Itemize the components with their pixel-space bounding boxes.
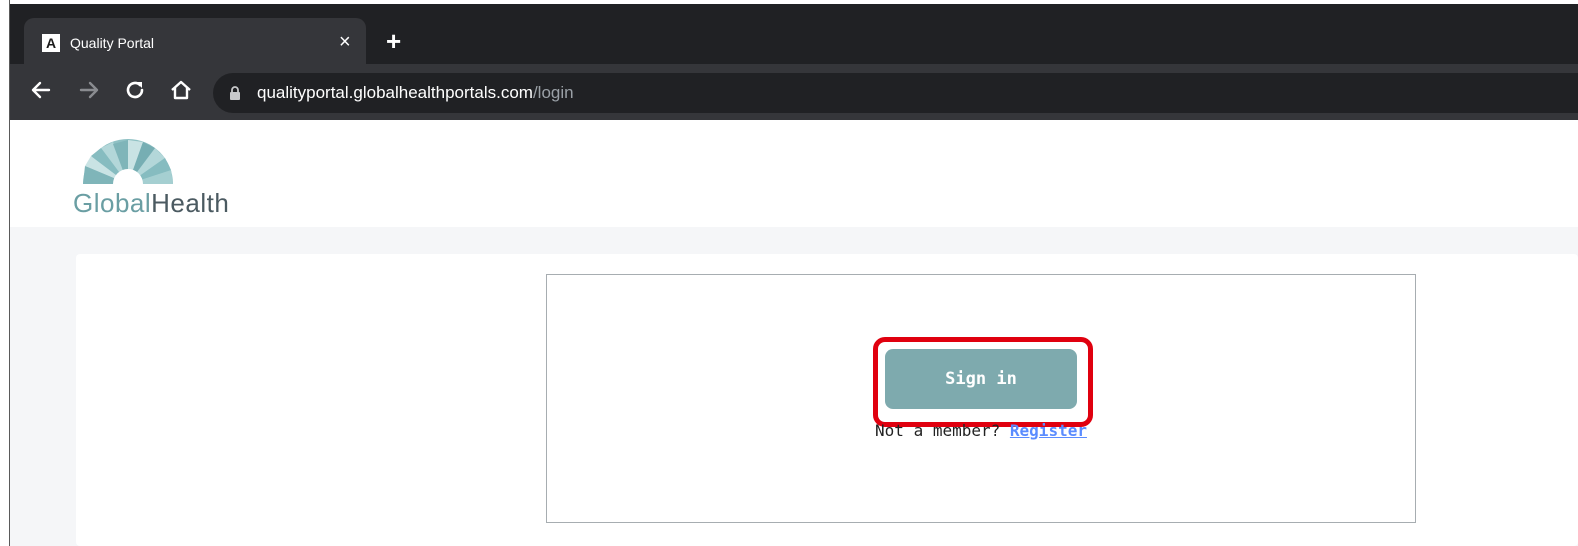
tab-strip: A Quality Portal × + [10, 0, 1578, 68]
url-path: /login [532, 83, 574, 102]
plus-icon[interactable]: + [386, 28, 401, 54]
angular-favicon-icon: A [42, 34, 60, 52]
logo-word-health: Health [151, 188, 230, 218]
register-link[interactable]: Register [1010, 421, 1087, 440]
home-icon[interactable] [169, 78, 193, 102]
browser-window: A Quality Portal × + qualityportal.globa… [10, 0, 1578, 546]
page-viewport: GlobalHealth Sign in Not a member? Regis… [10, 120, 1578, 546]
logo-wordmark: GlobalHealth [73, 188, 229, 219]
logo-word-global: Global [73, 188, 152, 218]
sign-in-button[interactable]: Sign in [885, 349, 1077, 409]
not-member-text: Not a member? [875, 421, 1001, 440]
login-panel: Sign in Not a member? Register [546, 274, 1416, 523]
register-prompt: Not a member? Register [547, 421, 1415, 440]
lock-icon[interactable] [229, 85, 241, 106]
url-host: qualityportal.globalhealthportals.com [257, 83, 533, 102]
site-header: GlobalHealth [10, 120, 1578, 227]
url-text: qualityportal.globalhealthportals.com/lo… [257, 83, 574, 103]
sunrise-logo-mark [83, 139, 173, 184]
window-left-edge [0, 0, 11, 546]
forward-arrow-icon[interactable] [77, 78, 101, 102]
tab-title: Quality Portal [70, 35, 155, 51]
back-arrow-icon[interactable] [29, 78, 53, 102]
browser-toolbar: qualityportal.globalhealthportals.com/lo… [10, 64, 1578, 120]
tab-quality-portal[interactable]: A Quality Portal × [24, 18, 366, 68]
close-icon[interactable]: × [339, 30, 351, 54]
address-bar[interactable]: qualityportal.globalhealthportals.com/lo… [213, 73, 1578, 113]
globalhealth-logo[interactable]: GlobalHealth [73, 136, 273, 220]
content-card: Sign in Not a member? Register [76, 254, 1578, 546]
reload-icon[interactable] [123, 78, 147, 102]
